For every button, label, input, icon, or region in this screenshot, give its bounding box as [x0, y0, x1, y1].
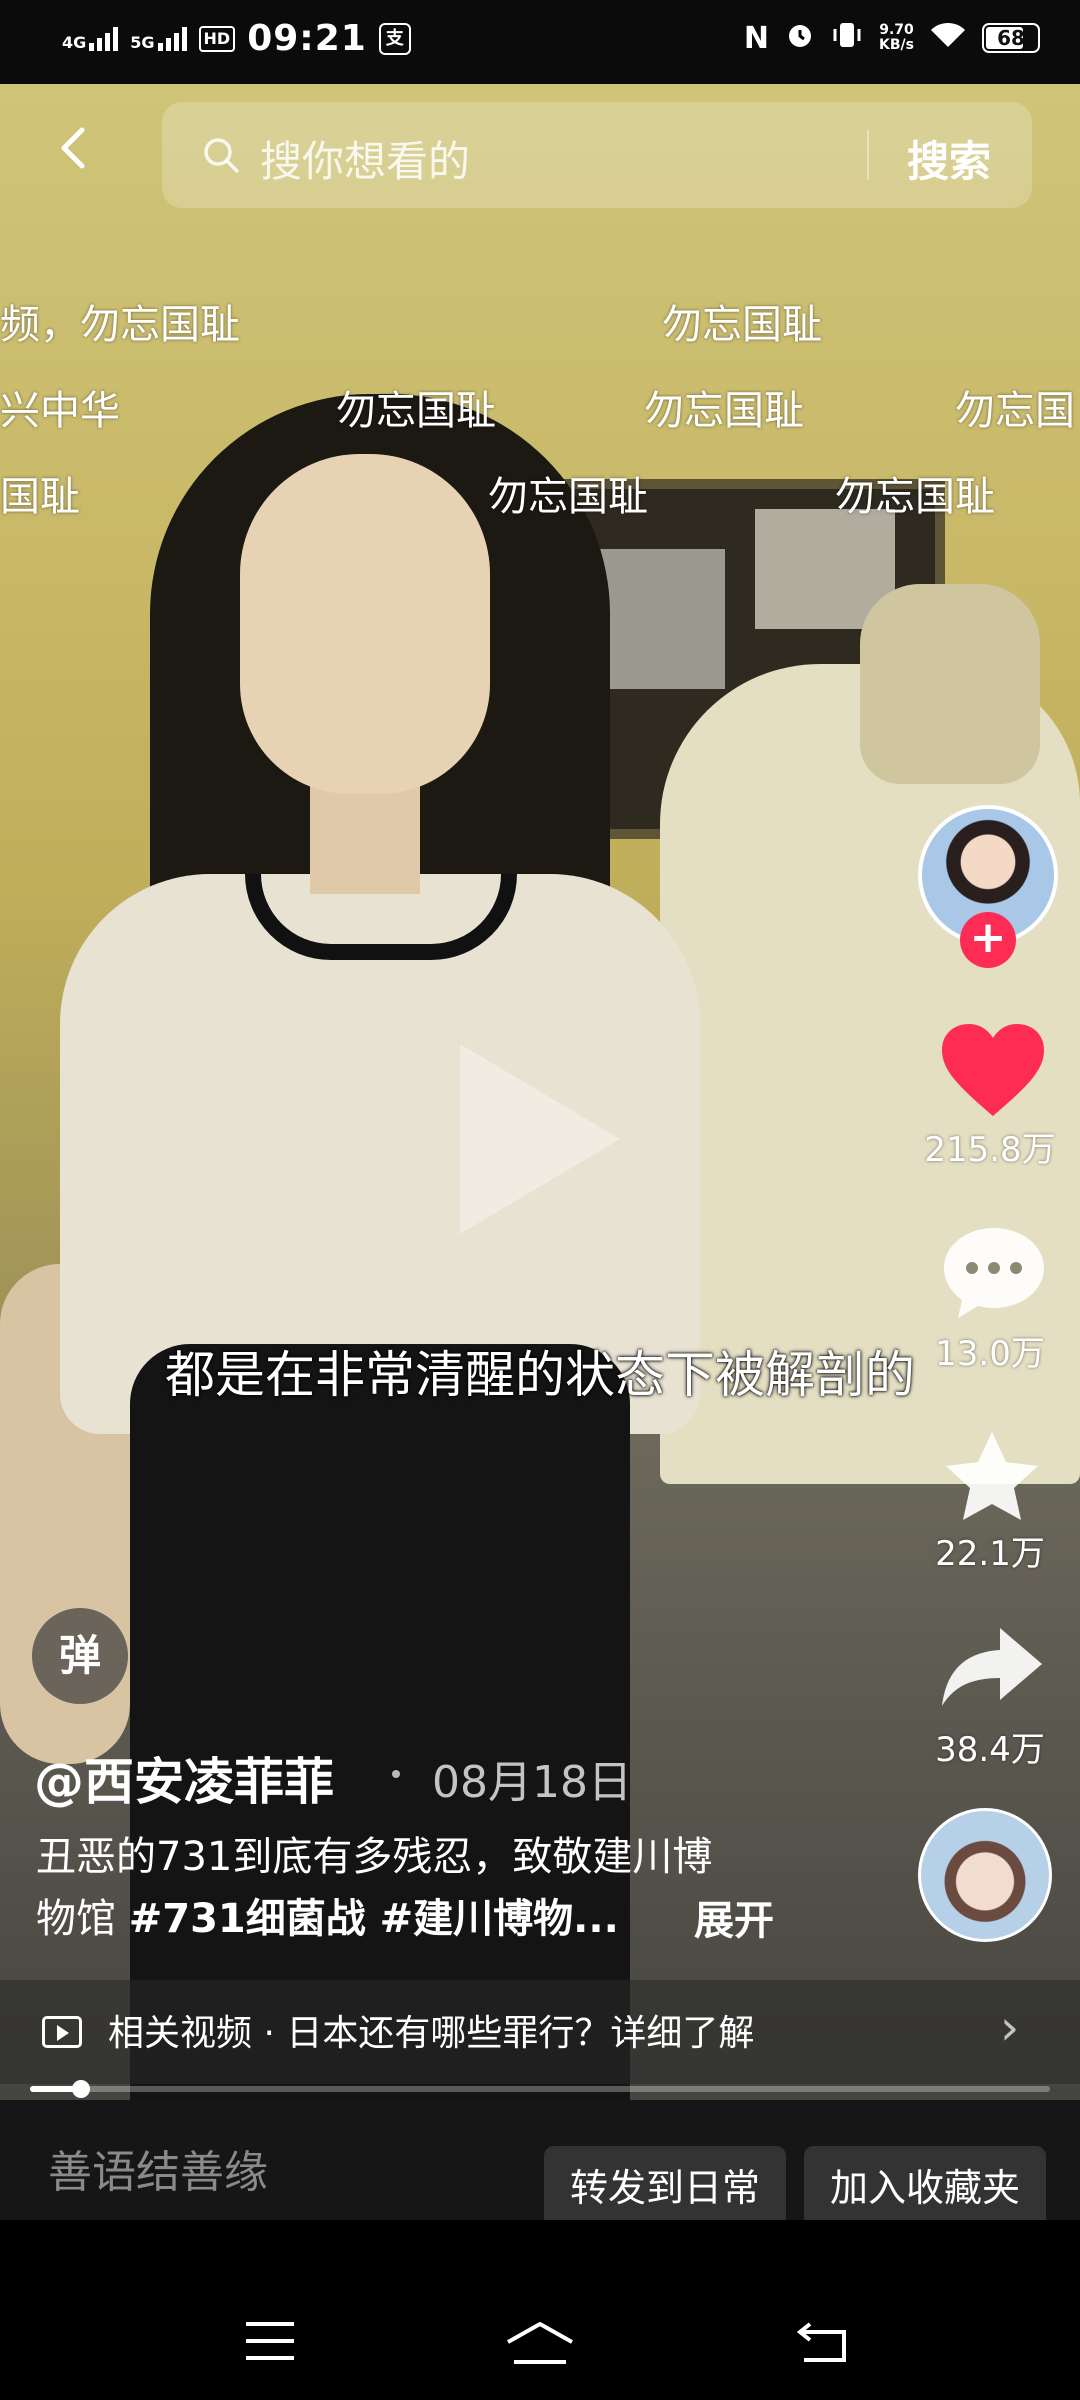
danmu-comment: 频，勿忘国耻 [0, 302, 240, 348]
status-bar: 4G 5G HD 09:21 支 N 9.70 KB/s 68 [0, 0, 1080, 84]
vibrate-icon [831, 20, 863, 56]
search-icon [204, 138, 239, 173]
hashtag-link[interactable]: #731细菌战 [129, 1896, 366, 1942]
wifi-icon [930, 21, 966, 55]
chevron-left-icon [61, 127, 85, 169]
play-icon[interactable] [460, 1044, 620, 1234]
clock: 09:21 [247, 18, 367, 59]
share-button[interactable] [938, 1622, 1046, 1712]
net-speed: 9.70 KB/s [879, 22, 914, 53]
comment-bar: 善语结善缘 转发到日常 加入收藏夹 [0, 2100, 1080, 2230]
danmu-comment: 勿忘国 [955, 388, 1075, 434]
danmu-comment: 勿忘国耻 [835, 474, 995, 520]
like-count: 215.8万 [924, 1130, 1056, 1170]
danmu-comment: 国耻 [0, 474, 80, 520]
hashtag-link[interactable]: #建川博物... [366, 1896, 619, 1942]
system-nav-bar [0, 2220, 1080, 2400]
search-input[interactable]: 搜你想看的 [260, 128, 470, 189]
add-to-favorites-button[interactable]: 加入收藏夹 [804, 2146, 1046, 2230]
status-right: N 9.70 KB/s 68 [744, 20, 1040, 56]
related-videos-text: 相关视频 · 日本还有哪些罪行？详细了解 [108, 2013, 755, 2054]
video-presenter-collar [245, 874, 517, 960]
hd-voice-icon: HD [198, 25, 236, 52]
related-videos-bar[interactable]: 相关视频 · 日本还有哪些罪行？详细了解 › [0, 1980, 1080, 2084]
signal-icon [89, 26, 119, 51]
danmu-comment: 勿忘国耻 [644, 388, 804, 434]
network-label-1: 4G [62, 32, 87, 52]
battery-icon: 68 [982, 23, 1040, 53]
alarm-icon [785, 20, 815, 56]
home-icon[interactable] [504, 2320, 576, 2366]
description-line: 丑恶的731到底有多残忍，致敬建川博 [36, 1834, 713, 1880]
signal-icon [157, 26, 187, 51]
separator-dot [392, 1770, 400, 1778]
comment-count: 13.0万 [935, 1334, 1045, 1374]
favorite-count: 22.1万 [935, 1534, 1045, 1574]
author-name[interactable]: @西安凌菲菲 [34, 1742, 334, 1814]
search-button[interactable]: 搜索 [907, 128, 991, 189]
danmu-comment: 勿忘国耻 [662, 302, 822, 348]
back-nav-icon[interactable] [796, 2320, 850, 2362]
expand-button[interactable]: 展开 [694, 1888, 774, 1946]
danmu-toggle-button[interactable]: 弹 [32, 1608, 128, 1704]
like-button[interactable] [938, 1020, 1048, 1120]
nfc-icon: N [743, 20, 770, 56]
chevron-right-icon: › [1000, 2000, 1020, 2056]
follow-button[interactable]: + [960, 912, 1016, 968]
video-icon [42, 2016, 82, 2048]
comment-icon [944, 1228, 1044, 1318]
music-disc[interactable] [918, 1808, 1052, 1942]
share-count: 38.4万 [935, 1730, 1045, 1770]
search-divider [867, 130, 869, 180]
video-presenter-face [240, 454, 490, 794]
back-button[interactable] [52, 126, 96, 170]
video-scene-figure-head [860, 584, 1040, 784]
repost-to-daily-button[interactable]: 转发到日常 [544, 2146, 786, 2230]
favorite-button[interactable] [940, 1428, 1044, 1528]
danmu-comment: 勿忘国耻 [336, 388, 496, 434]
menu-icon[interactable] [244, 2320, 296, 2362]
status-left: 4G 5G HD 09:21 支 [62, 18, 411, 59]
network-label-2: 5G [130, 32, 155, 52]
danmu-comment: 勿忘国耻 [488, 474, 648, 520]
search-bar[interactable]: 搜你想看的 搜索 [162, 102, 1032, 208]
heart-icon [942, 1024, 1044, 1116]
post-date: 08月18日 [432, 1757, 632, 1808]
danmu-comment: 兴中华 [0, 388, 120, 434]
comment-button[interactable] [940, 1222, 1048, 1322]
progress-handle[interactable] [72, 2080, 90, 2098]
video-progress-bar[interactable] [30, 2080, 1050, 2098]
comment-input[interactable]: 善语结善缘 [48, 2136, 268, 2200]
share-icon [942, 1628, 1042, 1706]
payment-app-icon: 支 [378, 22, 411, 55]
star-icon [946, 1432, 1038, 1520]
